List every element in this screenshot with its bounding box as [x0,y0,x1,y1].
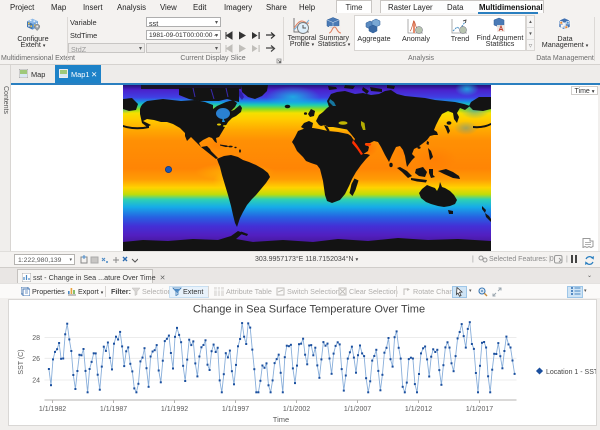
svg-text:1/1/2007: 1/1/2007 [343,406,370,413]
svg-text:1/1/2012: 1/1/2012 [404,406,431,413]
svg-text:Time: Time [272,415,288,424]
svg-text:1/1/2017: 1/1/2017 [465,406,492,413]
svg-text:1/1/1997: 1/1/1997 [221,406,248,413]
svg-text:24: 24 [32,378,40,385]
svg-text:26: 26 [32,356,40,363]
svg-text:1/1/1992: 1/1/1992 [160,406,187,413]
svg-text:1/1/2002: 1/1/2002 [282,406,309,413]
svg-text:SST (C): SST (C) [18,349,25,374]
svg-text:Change in Sea Surface Temperat: Change in Sea Surface Temperature Over T… [192,304,424,316]
svg-text:Location 1 - SST: Location 1 - SST [546,369,596,376]
svg-text:1/1/1982: 1/1/1982 [38,406,65,413]
svg-text:1/1/1987: 1/1/1987 [99,406,126,413]
svg-text:28: 28 [32,335,40,342]
